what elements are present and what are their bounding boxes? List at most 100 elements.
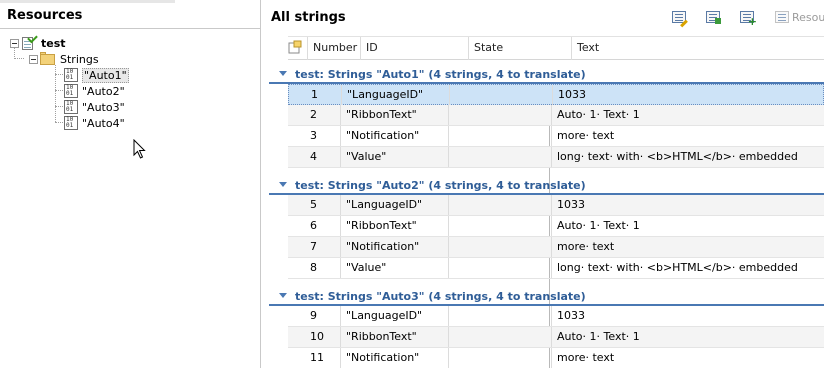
tree-connector [14,58,24,59]
group-collapse-icon[interactable] [279,71,287,76]
tree-node-project[interactable]: test [10,32,66,51]
tree-item-auto4[interactable]: 10 01 "Auto4" [64,115,125,131]
table-row[interactable]: 10 "RibbonText" Auto· 1· Text· 1 [288,327,824,348]
column-state[interactable]: State [468,37,571,60]
cell-id: "Notification" [340,126,448,146]
table-row[interactable]: 4 "Value" long· text· with· <b>HTML</b>·… [288,147,824,168]
collapse-icon[interactable] [10,38,19,48]
cell-state [448,306,551,326]
cell-number: 6 [310,219,317,232]
cell-text[interactable]: more· text [551,126,824,146]
cell-number: 9 [310,309,317,322]
all-strings-panel: All strings Resour Number ID State Text … [262,0,824,368]
group-collapse-icon[interactable] [279,182,287,187]
tree-connector [55,74,63,75]
cell-state [448,216,551,236]
cell-text[interactable]: 1033 [551,306,824,326]
table-row[interactable]: 2 "RibbonText" Auto· 1· Text· 1 [288,105,824,126]
cell-state [448,147,551,167]
group-title: test: Strings "Auto3" (4 strings, 4 to t… [295,290,586,303]
resources-button[interactable] [774,9,792,25]
group-collapse-icon[interactable] [279,293,287,298]
cell-text[interactable]: Auto· 1· Text· 1 [551,216,824,236]
tree-node-label: test [41,36,66,50]
table-row[interactable]: 6 "RibbonText" Auto· 1· Text· 1 [288,216,824,237]
string-table-icon: 10 01 [64,100,78,114]
table-row[interactable]: 8 "Value" long· text· with· <b>HTML</b>·… [288,258,824,279]
cell-text[interactable]: Auto· 1· Text· 1 [551,105,824,125]
tree-connector [55,122,63,123]
table-row[interactable]: 5 "LanguageID" 1033 [288,195,824,216]
cell-id: "RibbonText" [340,327,448,347]
table-row[interactable]: 11 "Notification" more· text [288,348,824,368]
cell-number: 8 [310,261,317,274]
cell-id: "Notification" [340,348,448,368]
tree-item-label: "Auto2" [82,84,125,98]
tree-node-label: Strings [60,52,99,66]
note-icon[interactable] [288,40,302,54]
cell-id: "LanguageID" [340,195,448,215]
edit-button[interactable] [671,9,689,25]
cell-number: 1 [311,88,318,101]
group-header-auto1[interactable]: test: Strings "Auto1" (4 strings, 4 to t… [269,66,824,84]
column-text[interactable]: Text [571,37,824,60]
edit-icon [672,11,686,23]
cell-text[interactable]: more· text [551,348,824,368]
cell-id: "RibbonText" [340,216,448,236]
cell-state [448,126,551,146]
cell-id: "RibbonText" [340,105,448,125]
cell-text[interactable]: 1033 [552,85,824,105]
cell-id: "Value" [340,147,448,167]
table-row[interactable]: 1 "LanguageID" 1033 [288,84,824,105]
tree-item-auto3[interactable]: 10 01 "Auto3" [64,99,125,115]
string-table-icon: 10 01 [64,84,78,98]
table-row[interactable]: 3 "Notification" more· text [288,126,824,147]
tree-item-label: "Auto4" [82,116,125,130]
tree-item-label: "Auto1" [82,67,129,83]
tree-item-auto1[interactable]: 10 01 "Auto1" [64,67,129,83]
cell-text[interactable]: long· text· with· <b>HTML</b>· embedded [551,258,824,278]
add-icon [740,11,757,28]
resources-icon [775,11,789,23]
panel-tab-strip [0,0,175,3]
cell-text[interactable]: more· text [551,237,824,257]
panel-header: All strings Resour [262,0,824,36]
cell-number: 3 [310,129,317,142]
grid-header: Number ID State Text [288,36,824,60]
group-header-auto2[interactable]: test: Strings "Auto2" (4 strings, 4 to t… [269,177,824,195]
resources-panel-title: Resources [0,0,260,29]
cell-state [448,258,551,278]
resources-button-label[interactable]: Resour [792,11,824,24]
string-table-icon: 10 01 [64,116,78,130]
group-title: test: Strings "Auto2" (4 strings, 4 to t… [295,179,586,192]
cell-id: "LanguageID" [340,306,448,326]
cell-text[interactable]: long· text· with· <b>HTML</b>· embedded [551,147,824,167]
add-button[interactable] [739,9,757,28]
cell-number: 4 [310,150,317,163]
panel-title: All strings [271,10,346,25]
group-header-auto3[interactable]: test: Strings "Auto3" (4 strings, 4 to t… [269,288,824,306]
cell-text[interactable]: Auto· 1· Text· 1 [551,327,824,347]
tree-item-auto2[interactable]: 10 01 "Auto2" [64,83,125,99]
cell-number: 11 [310,351,324,364]
cell-text[interactable]: 1033 [551,195,824,215]
tree-node-strings-folder[interactable]: Strings [29,51,99,67]
import-button[interactable] [705,9,723,25]
collapse-icon[interactable] [29,54,38,64]
cell-number: 5 [310,198,317,211]
cell-state [448,237,551,257]
cell-number: 7 [310,240,317,253]
table-row[interactable]: 7 "Notification" more· text [288,237,824,258]
string-table-icon: 10 01 [64,68,78,82]
resources-panel: Resources test Strings 10 01 "Auto1" 10 … [0,0,261,368]
folder-open-icon [40,52,56,66]
column-id[interactable]: ID [360,37,468,60]
import-icon [706,11,721,24]
cell-state [449,85,552,105]
table-row[interactable]: 9 "LanguageID" 1033 [288,306,824,327]
column-number[interactable]: Number [307,37,360,60]
cell-id: "Value" [340,258,448,278]
cell-number: 10 [310,330,324,343]
tree-item-label: "Auto3" [82,100,125,114]
tree-connector [55,90,63,91]
